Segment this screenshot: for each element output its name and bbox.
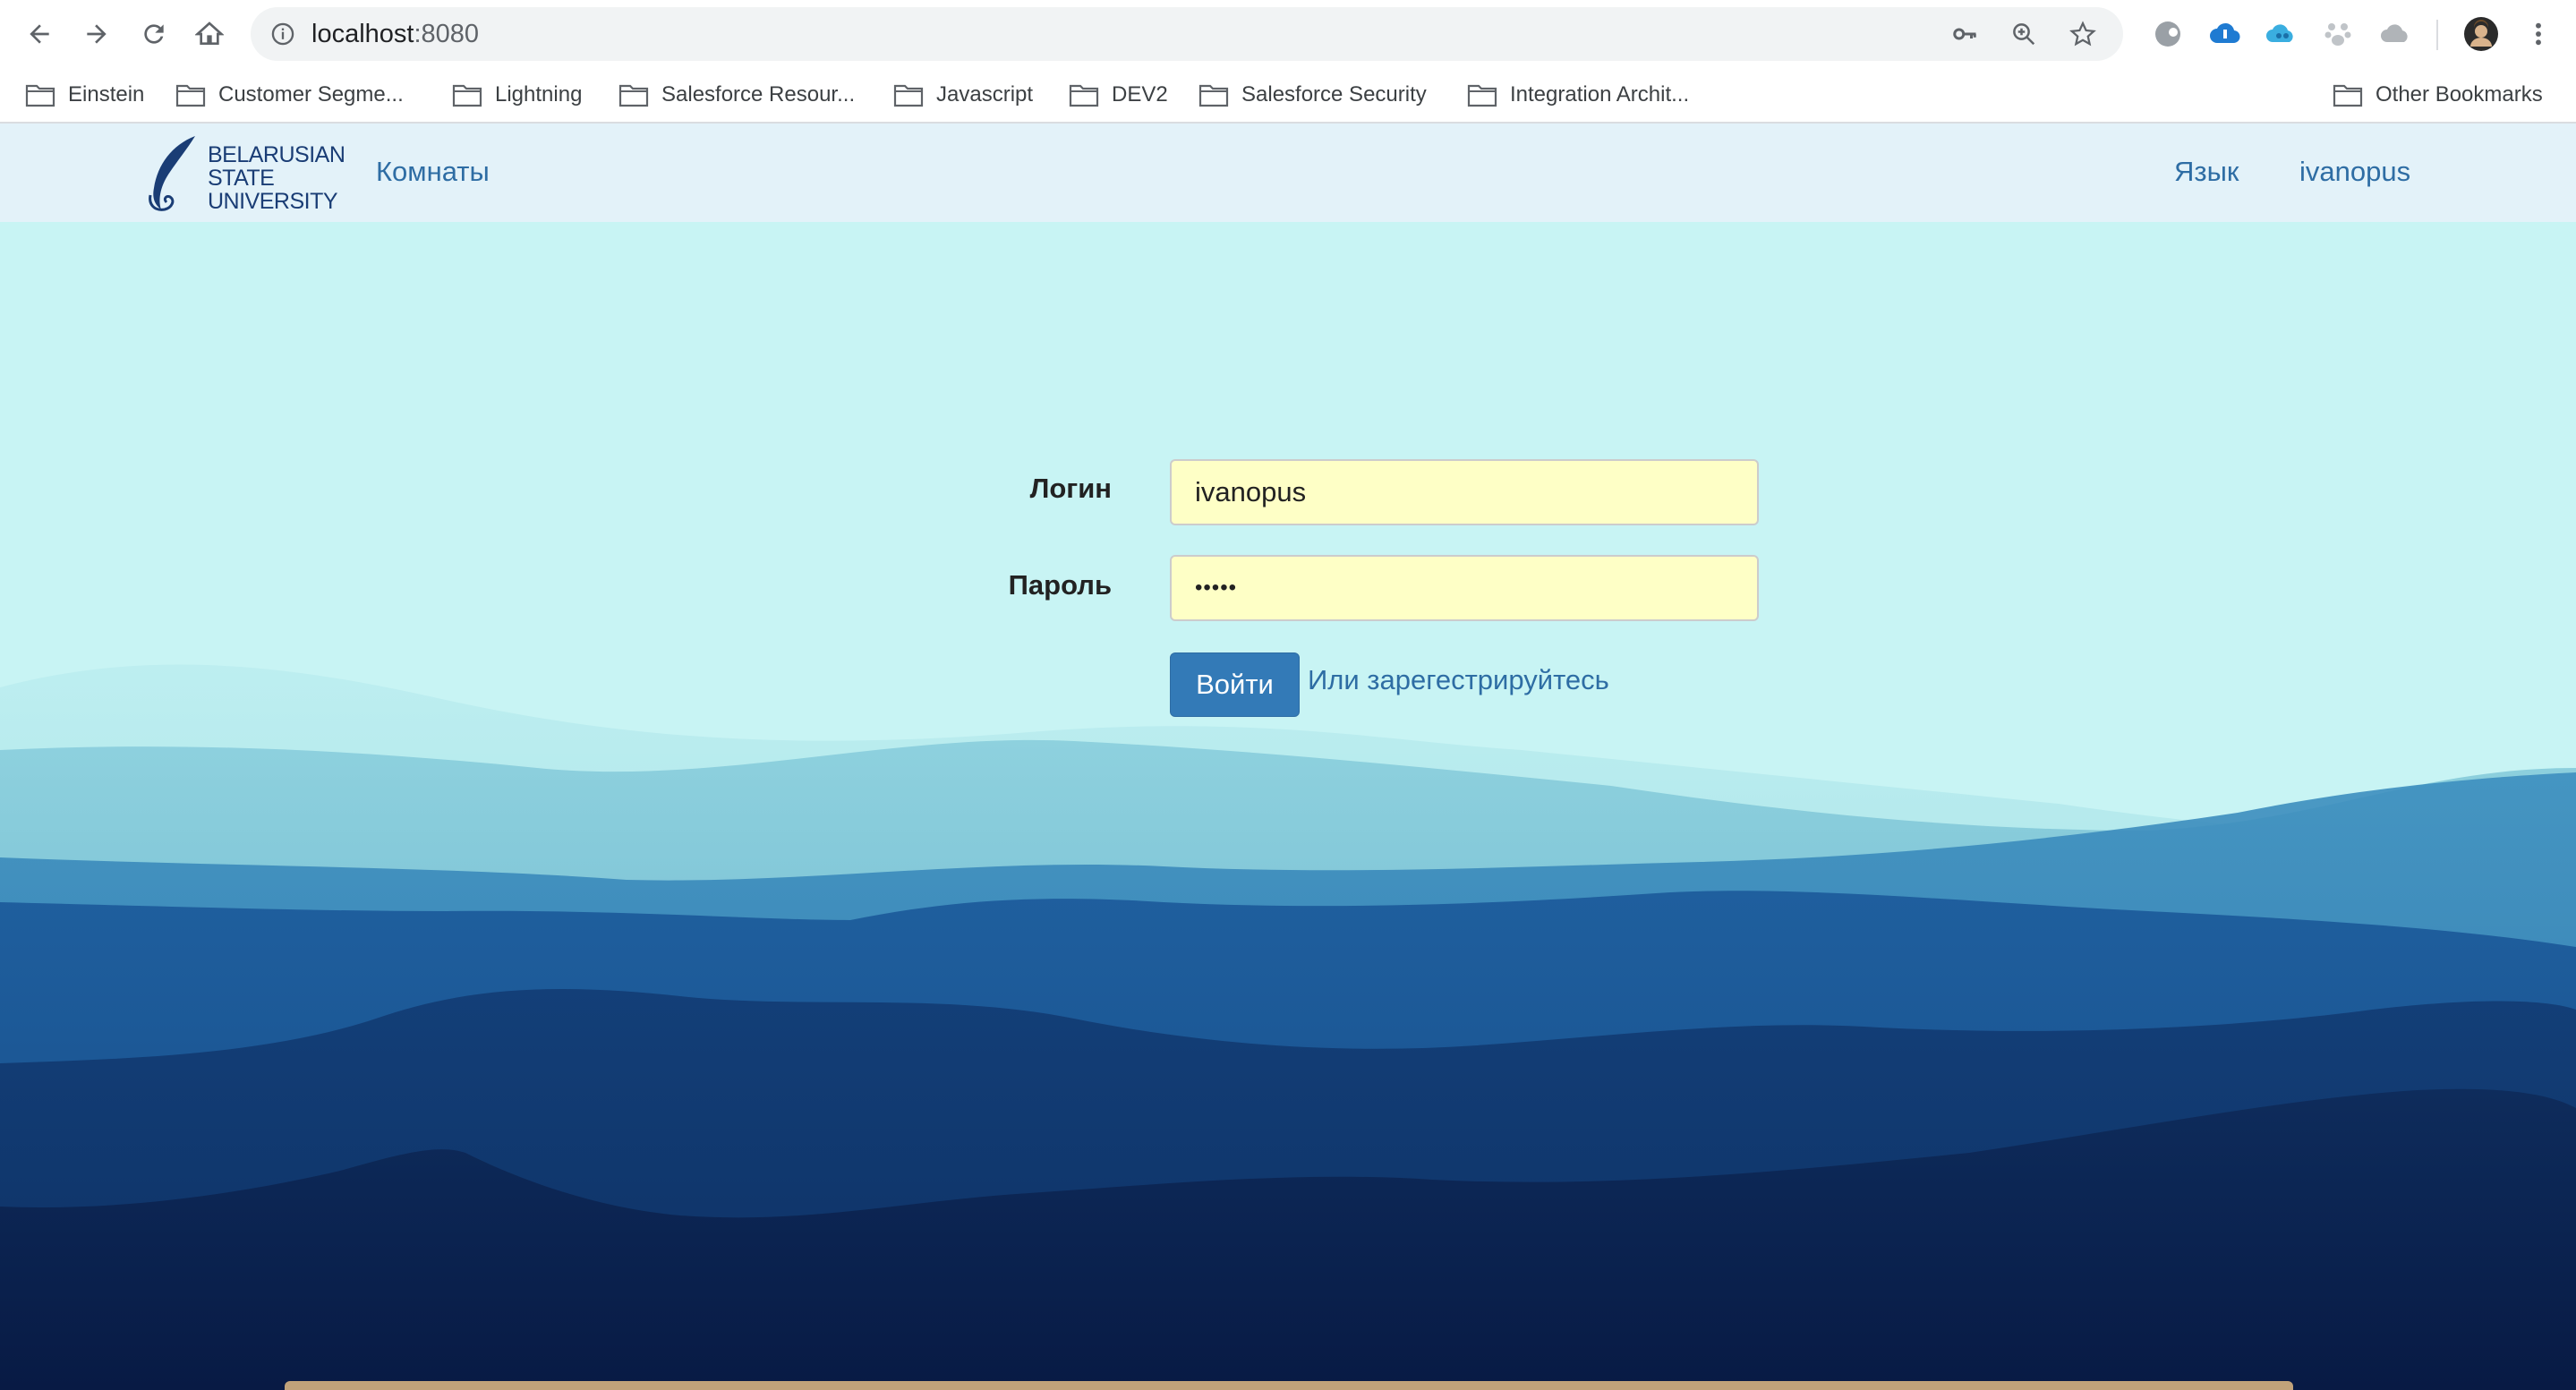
cloud-extension-icon[interactable] <box>2208 18 2240 50</box>
logo-text: BELARUSIAN STATE UNIVERSITY <box>208 143 345 213</box>
web-page: BELARUSIAN STATE UNIVERSITY Комнаты Язык… <box>0 124 2576 1390</box>
grey-cloud-extension-icon[interactable] <box>2379 18 2411 50</box>
url-host: localhost <box>311 20 414 48</box>
paw-extension-icon[interactable] <box>2322 18 2354 50</box>
bookmark-label: Salesforce Security <box>1241 82 1427 107</box>
folder-icon <box>1198 84 1229 107</box>
university-logo[interactable]: BELARUSIAN STATE UNIVERSITY <box>145 132 345 215</box>
bookmark-label: Javascript <box>936 82 1034 107</box>
bookmark-label: Customer Segme... <box>218 82 404 107</box>
url-text[interactable]: localhost:8080 <box>311 20 479 49</box>
password-input[interactable] <box>1170 555 1759 621</box>
bookmark-label: Salesforce Resour... <box>661 82 856 107</box>
bookmark-label: Einstein <box>68 82 145 107</box>
register-link[interactable]: Или зарегестрируйтесь <box>1308 664 1609 696</box>
bookmark-folder[interactable]: Lightning <box>452 79 582 111</box>
forward-arrow-icon[interactable] <box>75 13 118 55</box>
profile-avatar-icon[interactable] <box>2463 16 2499 52</box>
bookmark-folder[interactable]: Javascript <box>893 79 1033 111</box>
home-icon[interactable] <box>188 13 231 55</box>
login-button[interactable]: Войти <box>1170 652 1300 717</box>
bookmark-folder[interactable]: DEV2 <box>1069 79 1168 111</box>
feather-quill-icon <box>149 136 195 211</box>
bookmark-folder[interactable]: Salesforce Resour... <box>618 79 855 111</box>
bookmark-label: DEV2 <box>1112 82 1168 107</box>
bookmarks-bar: Einstein Customer Segme... Lightning Sal… <box>0 68 2576 124</box>
kebab-menu-icon[interactable] <box>2517 13 2560 55</box>
bookmark-folder[interactable]: Salesforce Security <box>1198 79 1427 111</box>
bookmark-folder[interactable]: Customer Segme... <box>175 79 404 111</box>
folder-icon <box>618 84 649 107</box>
rooms-link[interactable]: Комнаты <box>376 156 490 188</box>
mountain-background <box>0 664 2576 1390</box>
folder-icon <box>25 84 55 107</box>
other-bookmarks-label: Other Bookmarks <box>2376 82 2543 107</box>
browser-toolbar: localhost:8080 <box>0 0 2576 68</box>
zoom-icon[interactable] <box>2010 21 2037 47</box>
toolbar-divider <box>2436 20 2438 50</box>
bookmark-star-icon[interactable] <box>2069 21 2096 47</box>
bookmark-folder[interactable]: Einstein <box>25 79 144 111</box>
folder-icon <box>452 84 482 107</box>
folder-icon <box>2333 84 2363 107</box>
logo-line: UNIVERSITY <box>208 189 338 214</box>
extension-icon[interactable] <box>2152 18 2184 50</box>
logo-line: STATE <box>208 166 275 191</box>
logo-line: BELARUSIAN <box>208 142 345 167</box>
folder-icon <box>893 84 924 107</box>
address-bar[interactable]: localhost:8080 <box>251 7 2123 61</box>
back-arrow-icon[interactable] <box>18 13 61 55</box>
site-navbar: BELARUSIAN STATE UNIVERSITY Комнаты Язык… <box>0 124 2576 222</box>
other-bookmarks-folder[interactable]: Other Bookmarks <box>2333 79 2543 111</box>
user-link[interactable]: ivanopus <box>2299 156 2410 188</box>
reload-icon[interactable] <box>132 13 175 55</box>
bookmark-folder[interactable]: Integration Archit... <box>1467 79 1689 111</box>
language-link[interactable]: Язык <box>2174 156 2239 188</box>
login-label: Логин <box>1029 473 1112 504</box>
folder-icon <box>1069 84 1099 107</box>
key-icon[interactable] <box>1951 21 1978 47</box>
bookmark-label: Integration Archit... <box>1510 82 1690 107</box>
folder-icon <box>1467 84 1497 107</box>
bookmark-label: Lightning <box>495 82 583 107</box>
salesforce-extension-icon[interactable] <box>2265 18 2297 50</box>
password-label: Пароль <box>1008 569 1112 601</box>
info-icon[interactable] <box>270 21 295 47</box>
url-port: :8080 <box>414 20 480 48</box>
folder-icon <box>175 84 206 107</box>
dock-edge <box>285 1381 2293 1390</box>
login-input[interactable] <box>1170 459 1759 525</box>
